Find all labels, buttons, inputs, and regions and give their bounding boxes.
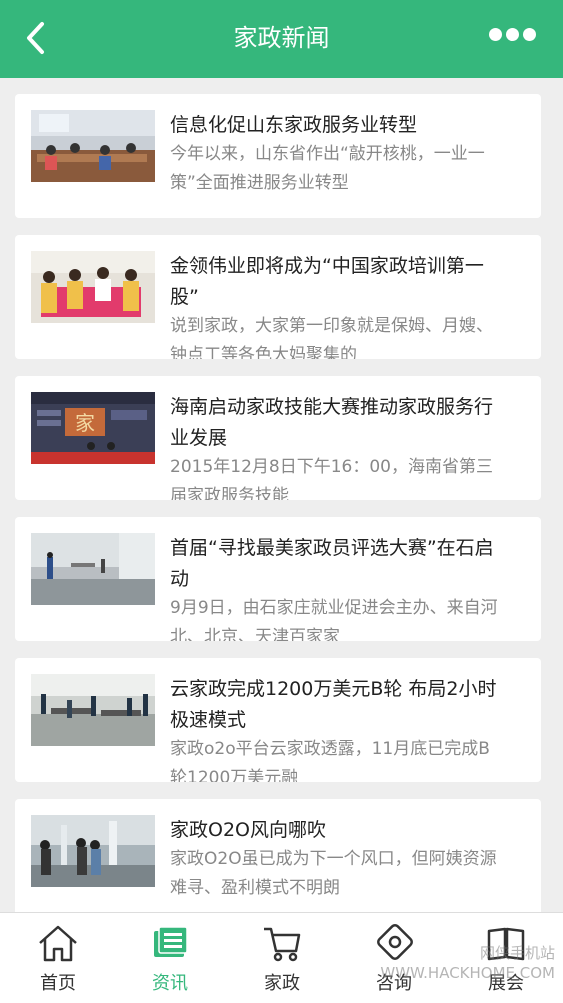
news-summary: 说到家政，大家第一印象就是保姆、月嫂、钟点工等各色大妈聚集的 — [170, 316, 493, 359]
svg-text:家: 家 — [75, 411, 95, 435]
news-item[interactable]: 家政O2O风向哪吹 家政O2O虽已成为下一个风口，但阿姨资源难寻、盈利模式不明朗 — [15, 799, 541, 923]
tab-label: 家政 — [264, 973, 300, 994]
news-title: 信息化促山东家政服务业转型 — [170, 114, 418, 136]
news-item[interactable]: 信息化促山东家政服务业转型 今年以来，山东省作出“敲开核桃，一业一策”全面推进服… — [15, 94, 541, 218]
news-thumbnail — [31, 674, 155, 746]
news-item[interactable]: 首届“寻找最美家政员评选大赛”在石启动 9月9日，由石家庄就业促进会主办、来自河… — [15, 517, 541, 641]
news-title: 海南启动家政技能大赛推动家政服务行业发展 — [170, 396, 494, 449]
cart-icon — [264, 927, 301, 962]
news-summary: 今年以来，山东省作出“敲开核桃，一业一策”全面推进服务业转型 — [170, 144, 485, 193]
tab-label: 首页 — [40, 973, 76, 994]
news-icon — [154, 926, 188, 957]
news-summary: 9月9日，由石家庄就业促进会主办、来自河北、北京、天津百家家 — [170, 598, 498, 641]
news-title: 云家政完成1200万美元B轮 布局2小时极速模式 — [170, 678, 497, 731]
news-item[interactable]: 家 海南启动家政技能大赛推动家政服务行业发展 2015年12月8日下午16：00… — [15, 376, 541, 500]
tab-housekeeping[interactable]: 家政 — [226, 913, 338, 1003]
bottom-tab-bar: 首页 资讯 家政 咨询 展会 网侠手机站 WWW.HACKHOME.COM — [0, 912, 563, 1003]
news-thumbnail — [31, 815, 155, 887]
news-thumbnail — [31, 110, 155, 182]
home-icon — [39, 925, 77, 962]
news-title: 首届“寻找最美家政员评选大赛”在石启动 — [170, 537, 494, 590]
tab-news[interactable]: 资讯 — [114, 913, 226, 1003]
tab-label: 资讯 — [152, 973, 188, 994]
news-thumbnail — [31, 533, 155, 605]
news-summary: 家政O2O虽已成为下一个风口，但阿姨资源难寻、盈利模式不明朗 — [170, 849, 497, 898]
more-options-button[interactable] — [489, 28, 541, 48]
news-title: 家政O2O风向哪吹 — [170, 819, 326, 841]
top-bar: 家政新闻 — [0, 0, 563, 78]
news-item[interactable]: 云家政完成1200万美元B轮 布局2小时极速模式 家政o2o平台云家政透露，11… — [15, 658, 541, 782]
news-item[interactable]: 金领伟业即将成为“中国家政培训第一股” 说到家政，大家第一印象就是保姆、月嫂、钟… — [15, 235, 541, 359]
news-summary: 家政o2o平台云家政透露，11月底已完成B轮1200万美元融 — [170, 739, 490, 782]
news-thumbnail: 家 — [31, 392, 155, 464]
news-list: 信息化促山东家政服务业转型 今年以来，山东省作出“敲开核桃，一业一策”全面推进服… — [15, 94, 541, 940]
page-title: 家政新闻 — [233, 24, 330, 52]
more-dots-icon — [489, 28, 540, 47]
tab-home[interactable]: 首页 — [2, 913, 114, 1003]
news-thumbnail — [31, 251, 155, 323]
news-title: 金领伟业即将成为“中国家政培训第一股” — [170, 255, 484, 308]
news-summary: 2015年12月8日下午16：00，海南省第三届家政服务技能 — [170, 457, 493, 500]
site-watermark: 网侠手机站 WWW.HACKHOME.COM — [380, 944, 555, 982]
